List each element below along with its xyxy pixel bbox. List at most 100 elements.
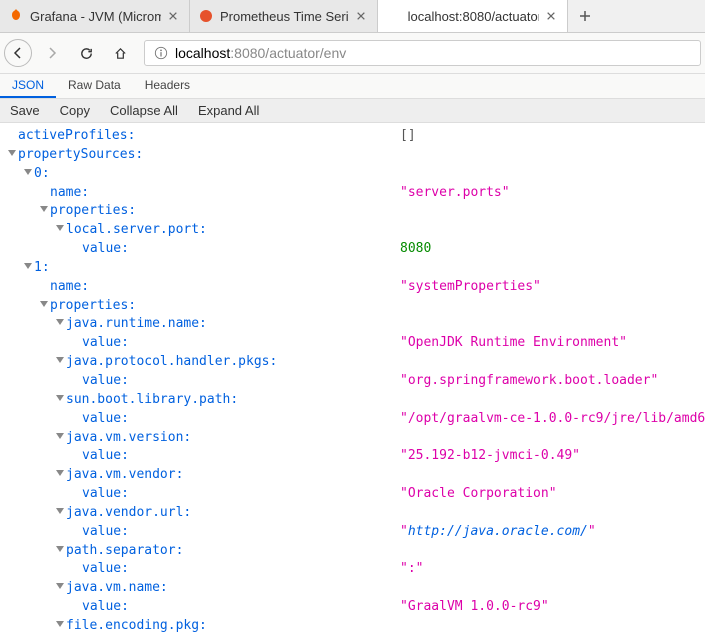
grafana-icon — [8, 8, 24, 24]
forward-button[interactable] — [38, 39, 66, 67]
twisty-icon[interactable] — [56, 433, 64, 439]
twisty-icon[interactable] — [56, 470, 64, 476]
json-row: value:"OpenJDK Runtime Environment" — [2, 334, 703, 353]
json-row: value: "org.springframework.boot.loader" — [2, 372, 703, 391]
json-url-link[interactable]: http://java.oracle.com/ — [408, 524, 588, 539]
twisty-icon[interactable] — [24, 169, 32, 175]
copy-button[interactable]: Copy — [50, 99, 100, 122]
json-key[interactable]: 1: — [34, 260, 50, 275]
json-key[interactable]: propertySources: — [18, 147, 143, 162]
collapse-all-button[interactable]: Collapse All — [100, 99, 188, 122]
browser-tab-localhost[interactable]: localhost:8080/actuator/e — [378, 0, 568, 32]
save-button[interactable]: Save — [0, 99, 50, 122]
json-key[interactable]: value: — [82, 486, 129, 501]
json-key[interactable]: sun.boot.library.path: — [66, 392, 238, 407]
tab-headers[interactable]: Headers — [133, 74, 202, 98]
twisty-icon[interactable] — [56, 395, 64, 401]
json-key[interactable]: name: — [50, 185, 89, 200]
json-key[interactable]: activeProfiles: — [18, 128, 135, 143]
url-text: localhost:8080/actuator/env — [175, 45, 692, 61]
json-row: 1: — [2, 259, 703, 278]
back-button[interactable] — [4, 39, 32, 67]
url-bar[interactable]: localhost:8080/actuator/env — [144, 40, 701, 66]
twisty-icon[interactable] — [40, 206, 48, 212]
json-value: ":" — [400, 560, 423, 579]
tab-title: Grafana - JVM (Microm — [30, 9, 161, 24]
json-key[interactable]: properties: — [50, 298, 136, 313]
json-row: local.server.port: — [2, 221, 703, 240]
devtools-tabs: JSON Raw Data Headers — [0, 74, 705, 99]
json-key[interactable]: java.vm.name: — [66, 580, 168, 595]
json-value: "systemProperties" — [400, 278, 541, 297]
json-value: "GraalVM 1.0.0-rc9" — [400, 598, 549, 617]
json-key[interactable]: value: — [82, 448, 129, 463]
json-key[interactable]: value: — [82, 411, 129, 426]
json-value: "org.springframework.boot.loader" — [400, 372, 658, 391]
tab-json[interactable]: JSON — [0, 74, 56, 98]
twisty-icon[interactable] — [56, 319, 64, 325]
json-key[interactable]: file.encoding.pkg: — [66, 618, 207, 633]
new-tab-button[interactable] — [568, 0, 602, 32]
json-key[interactable]: path.separator: — [66, 543, 183, 558]
site-info-icon[interactable] — [153, 45, 169, 61]
json-row: name: "server.ports" — [2, 184, 703, 203]
json-row: value: "http://java.oracle.com/" — [2, 523, 703, 542]
json-value: "25.192-b12-jvmci-0.49" — [400, 447, 580, 466]
json-key[interactable]: java.runtime.name: — [66, 316, 207, 331]
home-button[interactable] — [106, 39, 134, 67]
prometheus-icon — [198, 8, 214, 24]
json-row: java.vm.version: — [2, 429, 703, 448]
twisty-icon[interactable] — [56, 357, 64, 363]
json-key[interactable]: java.vm.version: — [66, 430, 191, 445]
json-key[interactable]: value: — [82, 561, 129, 576]
expand-all-button[interactable]: Expand All — [188, 99, 269, 122]
json-key[interactable]: value: — [82, 335, 129, 350]
json-row: 0: — [2, 165, 703, 184]
twisty-icon[interactable] — [56, 546, 64, 552]
twisty-icon[interactable] — [56, 583, 64, 589]
close-icon[interactable] — [353, 8, 369, 24]
json-row: java.protocol.handler.pkgs: — [2, 353, 703, 372]
twisty-icon[interactable] — [56, 621, 64, 627]
json-key[interactable]: value: — [82, 599, 129, 614]
json-key[interactable]: local.server.port: — [66, 222, 207, 237]
reload-button[interactable] — [72, 39, 100, 67]
url-host: localhost — [175, 45, 230, 61]
json-row: value: "/opt/graalvm-ce-1.0.0-rc9/jre/lib… — [2, 410, 703, 429]
json-row: value: "Oracle Corporation" — [2, 485, 703, 504]
json-key[interactable]: name: — [50, 279, 89, 294]
browser-tab-prometheus[interactable]: Prometheus Time Seri — [190, 0, 378, 32]
browser-tab-bar: Grafana - JVM (Microm Prometheus Time Se… — [0, 0, 705, 33]
twisty-icon[interactable] — [56, 508, 64, 514]
json-row: name: "systemProperties" — [2, 278, 703, 297]
tab-title: localhost:8080/actuator/e — [408, 9, 539, 24]
json-row: path.separator: — [2, 542, 703, 561]
json-row: value: "GraalVM 1.0.0-rc9" — [2, 598, 703, 617]
json-value: "http://java.oracle.com/" — [400, 523, 596, 542]
close-icon[interactable] — [165, 8, 181, 24]
twisty-icon[interactable] — [56, 225, 64, 231]
twisty-icon[interactable] — [24, 263, 32, 269]
json-key[interactable]: value: — [82, 524, 129, 539]
json-key[interactable]: 0: — [34, 166, 50, 181]
json-value: "Oracle Corporation" — [400, 485, 557, 504]
json-value: "server.ports" — [400, 184, 510, 203]
close-icon[interactable] — [543, 8, 559, 24]
json-key[interactable]: value: — [82, 373, 129, 388]
json-row: sun.boot.library.path: — [2, 391, 703, 410]
browser-tab-grafana[interactable]: Grafana - JVM (Microm — [0, 0, 190, 32]
json-row: java.vendor.url: — [2, 504, 703, 523]
tab-raw-data[interactable]: Raw Data — [56, 74, 133, 98]
json-key[interactable]: value: — [82, 241, 129, 256]
json-key[interactable]: properties: — [50, 203, 136, 218]
twisty-icon[interactable] — [8, 150, 16, 156]
json-row: properties: — [2, 202, 703, 221]
json-key[interactable]: java.vm.vendor: — [66, 467, 183, 482]
json-value: "/opt/graalvm-ce-1.0.0-rc9/jre/lib/amd64… — [400, 410, 705, 429]
json-key[interactable]: java.vendor.url: — [66, 505, 191, 520]
json-row: java.vm.name: — [2, 579, 703, 598]
globe-icon — [386, 8, 402, 24]
json-key[interactable]: java.protocol.handler.pkgs: — [66, 354, 277, 369]
json-row: java.runtime.name: — [2, 315, 703, 334]
twisty-icon[interactable] — [40, 301, 48, 307]
